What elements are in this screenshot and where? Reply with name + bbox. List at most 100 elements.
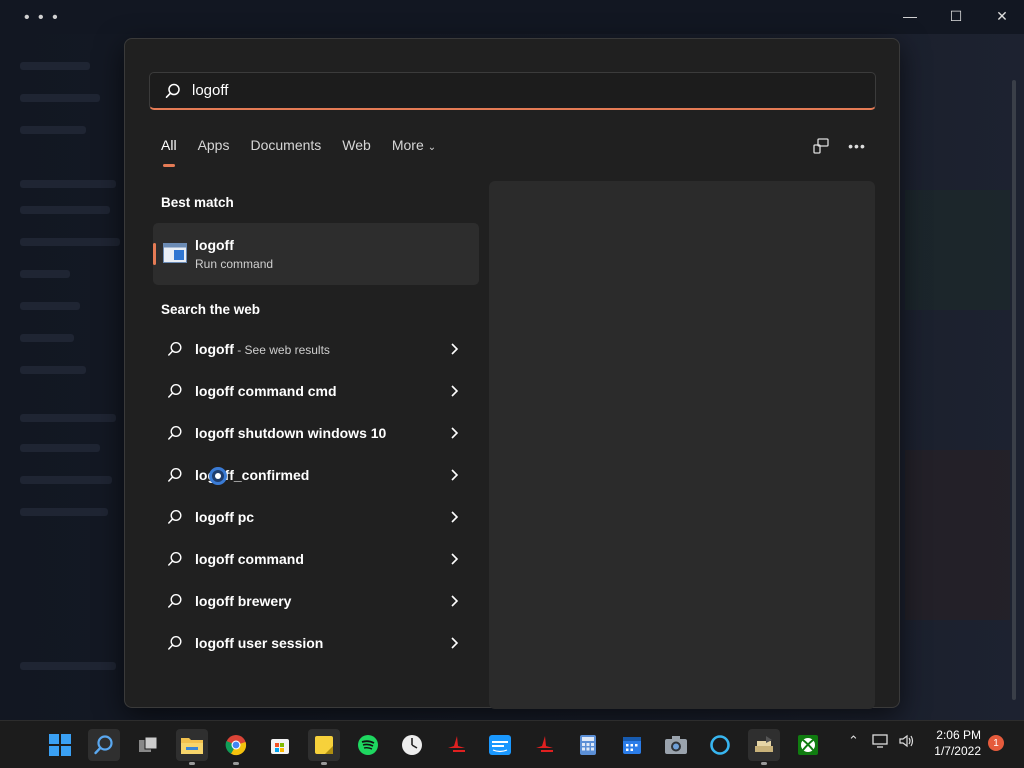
bg-image xyxy=(905,190,1010,310)
search-icon xyxy=(168,635,182,650)
web-result-text: logoff brewery xyxy=(195,593,292,609)
bg-line xyxy=(20,62,90,70)
bg-line xyxy=(20,662,116,670)
close-icon[interactable]: ✕ xyxy=(980,4,1024,28)
chevron-right-icon xyxy=(451,427,459,439)
best-match-subtitle: Run command xyxy=(195,257,274,271)
web-result-text: logoff pc xyxy=(195,509,255,525)
clock-date: 1/7/2022 xyxy=(934,744,981,758)
search-input[interactable] xyxy=(192,82,792,99)
bg-line xyxy=(20,126,86,134)
bg-line xyxy=(20,206,110,214)
web-result[interactable]: logoff_confirmed xyxy=(153,455,479,495)
spotify-icon[interactable] xyxy=(352,729,384,761)
tab-documents[interactable]: Documents xyxy=(250,137,321,167)
network-icon[interactable] xyxy=(872,733,890,752)
taskbar: ⌃ xyxy=(0,720,1024,768)
tab-web[interactable]: Web xyxy=(342,137,371,167)
web-result-text: logoff user session xyxy=(195,635,324,651)
preview-pane xyxy=(489,181,875,709)
maximize-icon[interactable]: ☐ xyxy=(934,4,978,28)
taskbar-clock[interactable]: 2:06 PM 1/7/2022 xyxy=(925,727,981,759)
task-view-icon[interactable] xyxy=(132,729,164,761)
stack-app-icon[interactable] xyxy=(748,729,780,765)
web-result[interactable]: logoff command cmd xyxy=(153,371,479,411)
best-match-name: logoff xyxy=(195,237,234,253)
red-app-icon[interactable] xyxy=(440,729,472,761)
clock-time: 2:06 PM xyxy=(936,728,981,742)
calculator-icon[interactable] xyxy=(572,729,604,761)
clock-app-icon[interactable] xyxy=(396,729,428,761)
run-command-icon xyxy=(163,243,187,263)
chevron-right-icon xyxy=(451,511,459,523)
bg-line xyxy=(20,270,70,278)
search-icon xyxy=(168,509,182,524)
running-indicator xyxy=(233,762,239,765)
cortana-icon[interactable] xyxy=(704,729,736,761)
chevron-right-icon xyxy=(451,343,459,355)
web-result-text: logoff shutdown windows 10 xyxy=(195,425,387,441)
chevron-down-icon: ⌄ xyxy=(427,142,437,153)
show-hidden-icons-icon[interactable]: ⌃ xyxy=(848,733,859,749)
web-result-text: logoff - See web results xyxy=(195,341,330,357)
search-icon xyxy=(168,425,182,440)
best-match-result[interactable]: logoff Run command xyxy=(153,223,479,285)
search-icon xyxy=(168,341,182,356)
web-result[interactable]: logoff pc xyxy=(153,497,479,537)
running-indicator xyxy=(321,762,327,765)
scrollbar-thumb[interactable] xyxy=(1012,80,1016,700)
search-icon xyxy=(168,551,182,566)
web-result[interactable]: logoff brewery xyxy=(153,581,479,621)
chevron-right-icon xyxy=(451,595,459,607)
notification-badge[interactable]: 1 xyxy=(988,735,1004,751)
web-result[interactable]: logoff shutdown windows 10 xyxy=(153,413,479,453)
filter-tabs: All Apps Documents Web More ⌄ xyxy=(161,137,457,167)
prime-video-icon[interactable] xyxy=(484,729,516,761)
bg-line xyxy=(20,444,100,452)
start-search-panel: All Apps Documents Web More⌄ ••• Best ma… xyxy=(124,38,900,709)
bg-line xyxy=(20,508,108,516)
bg-line xyxy=(20,414,116,422)
running-indicator xyxy=(189,762,195,765)
bg-line xyxy=(20,238,120,246)
sticky-notes-icon[interactable] xyxy=(308,729,340,765)
camera-icon[interactable] xyxy=(660,729,692,761)
best-match-heading: Best match xyxy=(161,195,234,210)
file-explorer-icon[interactable] xyxy=(176,729,208,765)
bg-line xyxy=(20,180,116,188)
share-device-icon[interactable] xyxy=(810,135,832,157)
calendar-icon[interactable] xyxy=(616,729,648,761)
search-icon xyxy=(168,383,182,398)
tab-apps[interactable]: Apps xyxy=(198,137,230,167)
xbox-icon[interactable] xyxy=(792,729,824,761)
bg-image xyxy=(905,450,1010,620)
web-result-text: logoff command cmd xyxy=(195,383,337,399)
microsoft-store-icon[interactable] xyxy=(264,729,296,761)
chevron-right-icon xyxy=(451,637,459,649)
bg-line xyxy=(20,476,112,484)
search-icon[interactable] xyxy=(88,729,120,761)
search-web-heading: Search the web xyxy=(161,302,261,317)
volume-icon[interactable] xyxy=(898,733,916,752)
tab-more[interactable]: More ⌄ xyxy=(392,137,436,167)
chevron-right-icon xyxy=(451,553,459,565)
web-result[interactable]: logoff command xyxy=(153,539,479,579)
more-options-icon[interactable]: ••• xyxy=(846,135,868,157)
search-icon xyxy=(168,593,182,608)
web-result-query: logoff xyxy=(195,341,234,357)
search-box[interactable] xyxy=(149,72,876,110)
red-app-icon-2[interactable] xyxy=(528,729,560,761)
more-options-icon[interactable]: • • • xyxy=(24,10,60,26)
web-result[interactable]: logoff - See web results xyxy=(153,329,479,369)
bg-line xyxy=(20,94,100,102)
scrollbar[interactable] xyxy=(1008,40,1020,720)
bg-line xyxy=(20,302,80,310)
minimize-icon[interactable]: — xyxy=(888,4,932,28)
mouse-cursor-icon xyxy=(209,467,227,485)
chevron-right-icon xyxy=(451,469,459,481)
chrome-icon[interactable] xyxy=(220,729,252,765)
windows-start-icon[interactable] xyxy=(44,729,76,761)
tab-all[interactable]: All xyxy=(161,137,177,167)
web-result-suffix: - See web results xyxy=(233,343,330,357)
web-result[interactable]: logoff user session xyxy=(153,623,479,663)
